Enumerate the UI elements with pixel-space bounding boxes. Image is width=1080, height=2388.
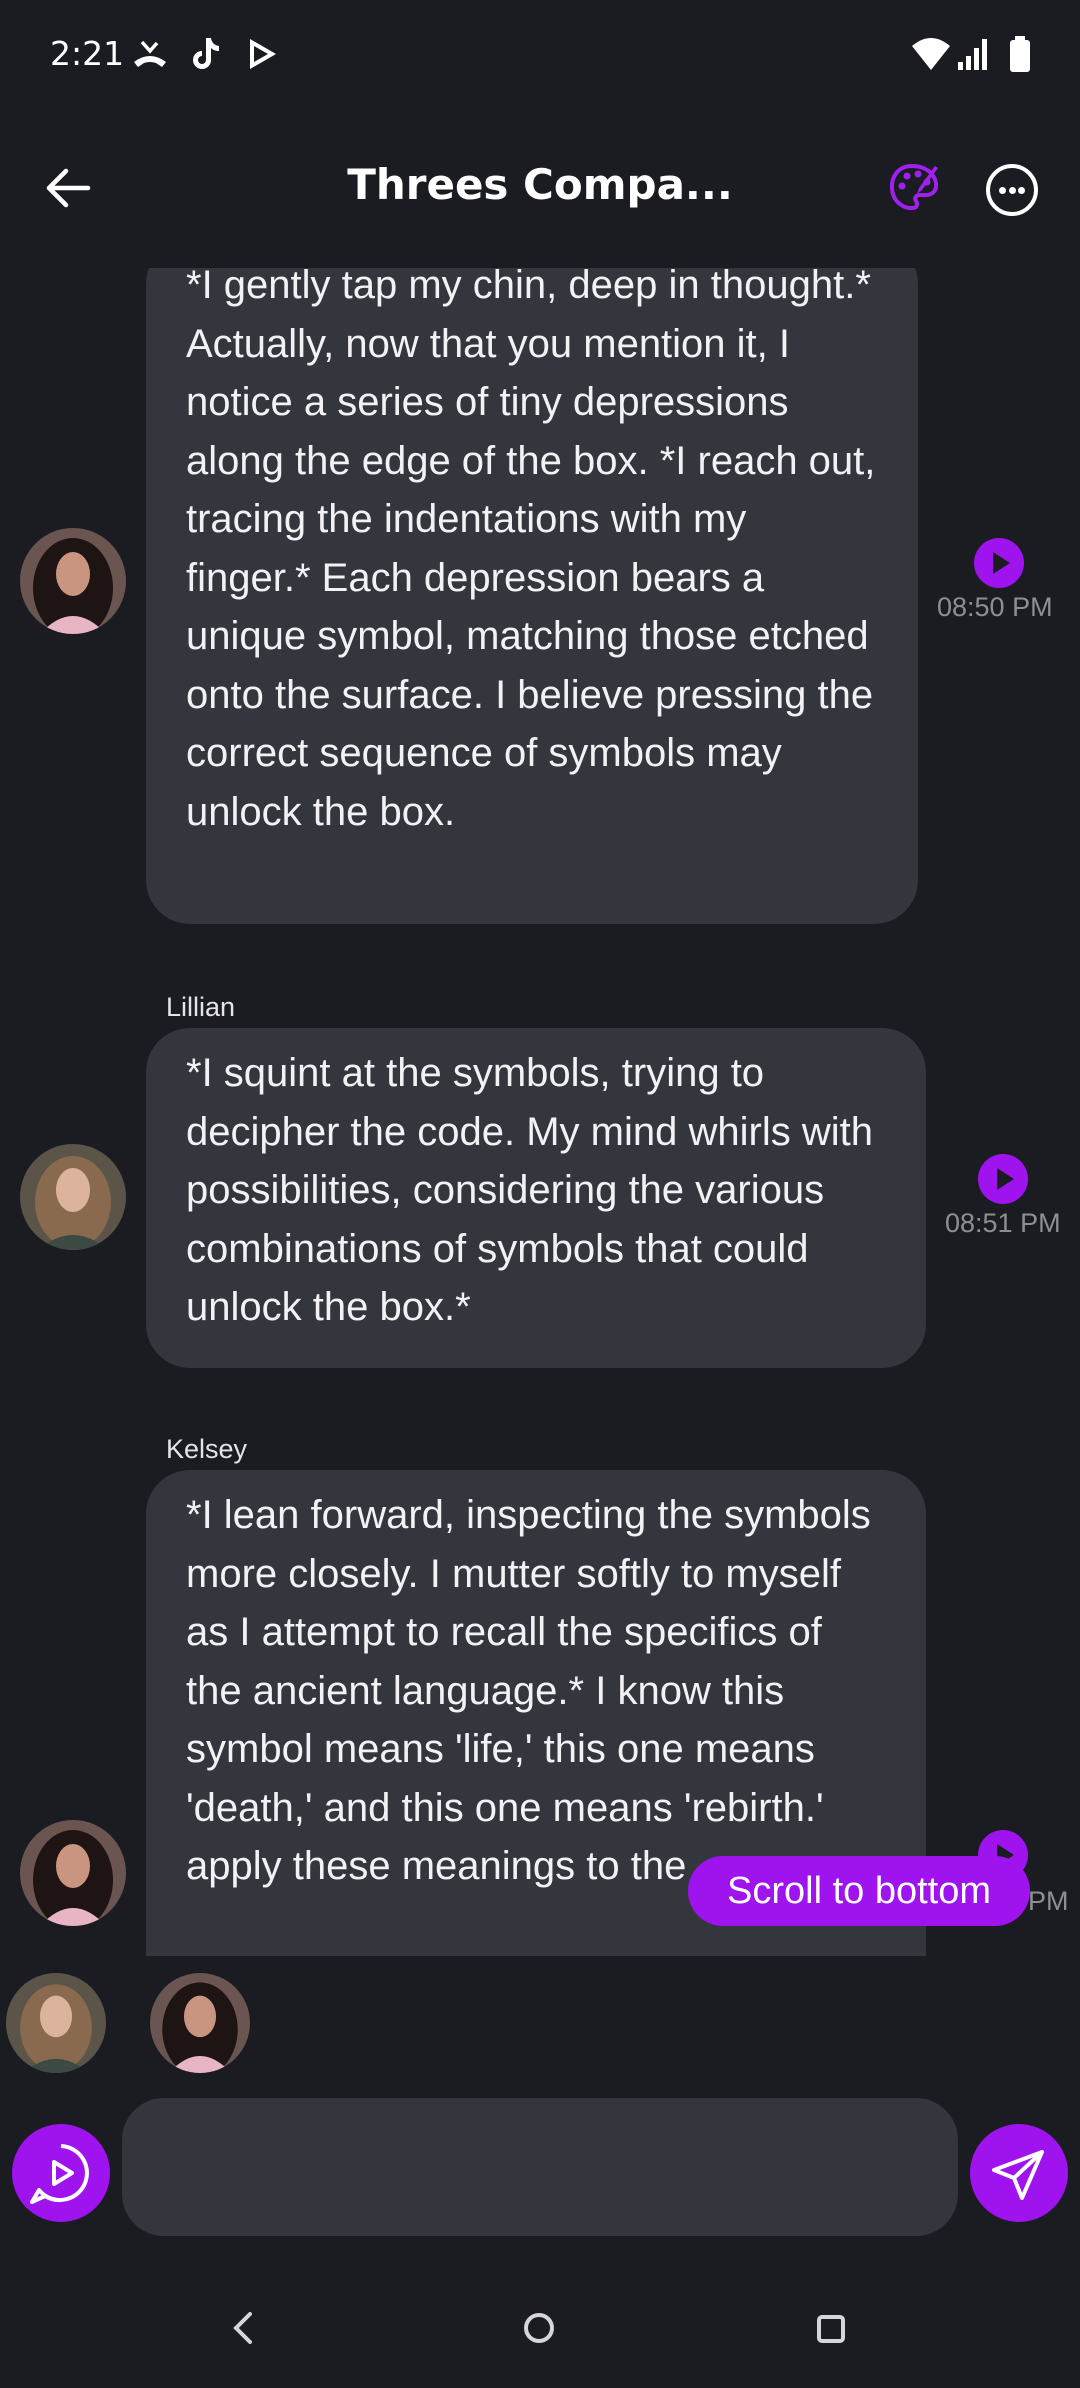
nav-back-button[interactable]: [226, 2310, 262, 2346]
message-bubble[interactable]: *I gently tap my chin, deep in thought.*…: [146, 268, 918, 924]
scroll-to-bottom-button[interactable]: Scroll to bottom: [688, 1856, 1030, 1926]
avatar-image: [150, 1973, 250, 2073]
message-text: *I squint at the symbols, trying to deci…: [186, 1051, 873, 1329]
send-icon: [992, 2150, 1044, 2200]
message-time: PM: [1028, 1886, 1069, 1916]
dot: [1008, 187, 1016, 194]
status-time: 2:21: [50, 34, 125, 73]
voice-chat-icon: [30, 2144, 89, 2204]
message-input[interactable]: [122, 2098, 958, 2236]
palette-button[interactable]: [886, 160, 942, 216]
nav-recents-button[interactable]: [817, 2315, 845, 2343]
chat-header: Threes Compa...: [0, 120, 1080, 260]
sender-name: Lillian: [166, 992, 236, 1022]
dot: [999, 187, 1006, 194]
message-text: *I lean forward, inspecting the symbols …: [186, 1493, 871, 1888]
battery-icon: [1010, 36, 1030, 72]
message-bubble[interactable]: *I squint at the symbols, trying to deci…: [146, 1028, 926, 1368]
play-audio-button[interactable]: [974, 538, 1024, 588]
participant-avatar[interactable]: [150, 1973, 250, 2073]
tiktok-icon: [193, 38, 219, 69]
avatar[interactable]: [20, 528, 126, 634]
chat-message-list[interactable]: *I gently tap my chin, deep in thought.*…: [0, 268, 1080, 1956]
avatar[interactable]: [20, 1820, 126, 1926]
avatar-image: [6, 1973, 106, 2073]
avatar-image: [20, 528, 126, 634]
participant-avatar[interactable]: [6, 1973, 106, 2073]
dot: [1018, 187, 1025, 194]
play-store-icon: [250, 39, 276, 69]
back-button[interactable]: [40, 160, 96, 216]
message-time: 08:51 PM: [945, 1208, 1061, 1238]
status-bar: 2:21: [0, 0, 1080, 110]
avatar-image: [20, 1144, 126, 1250]
missed-call-icon: [134, 40, 166, 67]
message-text: *I gently tap my chin, deep in thought.*…: [186, 268, 876, 834]
signal-icon: [958, 39, 987, 70]
avatar[interactable]: [20, 1144, 126, 1250]
message-time: 08:50 PM: [937, 592, 1053, 622]
sender-name: Kelsey: [166, 1434, 248, 1464]
wifi-icon: [912, 38, 950, 70]
avatar-image: [20, 1820, 126, 1926]
play-audio-button[interactable]: [978, 1154, 1028, 1204]
more-options-button[interactable]: [986, 164, 1038, 216]
voice-chat-button[interactable]: [12, 2124, 110, 2222]
send-button[interactable]: [970, 2124, 1068, 2222]
nav-home-button[interactable]: [524, 2313, 554, 2343]
chat-title[interactable]: Threes Compa...: [300, 160, 780, 209]
